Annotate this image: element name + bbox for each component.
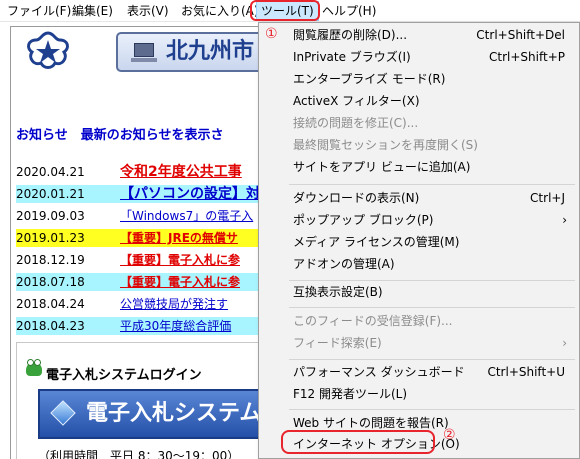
e-bidding-login-button[interactable]: 電子入札システム xyxy=(38,389,266,439)
login-title: 電子入札システムログイン xyxy=(46,368,202,383)
city-emblem-icon xyxy=(27,31,69,69)
menu-help[interactable]: ヘルプ(H) xyxy=(322,3,376,19)
service-hours: （利用時間 平日 8：30～19：00） xyxy=(38,449,240,459)
site-title-text: 北九州市 xyxy=(166,38,255,63)
news-date: 2018.12.19 xyxy=(16,253,85,267)
news-link[interactable]: 公営競技局が発注す xyxy=(120,297,228,311)
news-date: 2018.04.24 xyxy=(16,297,85,311)
annotation-marker-2: ② xyxy=(443,427,456,443)
menu-item-add-site-apps[interactable]: サイトをアプリ ビューに追加(A) xyxy=(259,156,579,178)
news-link[interactable]: 「Windows7」の電子入 xyxy=(120,209,253,223)
news-date: 2019.09.03 xyxy=(16,209,85,223)
news-link[interactable]: 【重要】電子入札に参 xyxy=(120,275,240,289)
menu-view[interactable]: 表示(V) xyxy=(127,3,169,19)
menu-separator xyxy=(289,409,575,410)
news-date: 2020.01.21 xyxy=(16,187,85,201)
diamond-icon xyxy=(50,400,76,426)
menu-item-activex-filter[interactable]: ActiveX フィルター(X) xyxy=(259,90,579,112)
chevron-right-icon: › xyxy=(562,213,567,227)
menu-favorites[interactable]: お気に入り(A) xyxy=(181,3,259,19)
menu-separator xyxy=(289,359,575,360)
news-item: 2019.01.23 【重要】JREの無償サ xyxy=(16,229,266,247)
menu-item-manage-addons[interactable]: アドオンの管理(A) xyxy=(259,253,579,275)
menu-item-reopen-session: 最終閲覧セッションを再度開く(S) xyxy=(293,138,478,152)
news-item: 2018.04.24 公営競技局が発注す xyxy=(16,295,266,313)
menu-separator xyxy=(289,184,575,185)
menu-item-inprivate[interactable]: InPrivate ブラウズ(I) Ctrl+Shift+P xyxy=(259,46,579,68)
internet-options-highlight-ring xyxy=(281,430,435,454)
menu-file[interactable]: ファイル(F) xyxy=(7,3,71,19)
news-date: 2020.04.21 xyxy=(16,165,85,179)
computer-icon xyxy=(131,43,157,62)
news-link[interactable]: 令和2年度公共工事 xyxy=(120,164,242,180)
login-button-label: 電子入札システム xyxy=(86,401,262,426)
menu-item-compat-view[interactable]: 互換表示設定(B) xyxy=(259,281,579,303)
menu-item-performance-dashboard[interactable]: パフォーマンス ダッシュボード Ctrl+Shift+U xyxy=(259,361,579,383)
news-item: 2018.12.19 【重要】電子入札に参 xyxy=(16,251,266,269)
menu-bar: ファイル(F) 編集(E) 表示(V) お気に入り(A) ツール(T) ヘルプ(… xyxy=(0,0,580,22)
news-item: 2020.04.21 令和2年度公共工事 xyxy=(16,163,266,181)
menu-item-subscribe-feed: このフィードの受信登録(F)... xyxy=(293,314,453,328)
menu-item-media-license[interactable]: メディア ライセンスの管理(M) xyxy=(259,231,579,253)
menu-item-enterprise-mode[interactable]: エンタープライズ モード(R) xyxy=(259,68,579,90)
news-link[interactable]: 【パソコンの設定】対 xyxy=(120,186,260,202)
menu-item-popup-blocker[interactable]: ポップアップ ブロック(P) › xyxy=(259,209,579,231)
menu-item-delete-history[interactable]: 閲覧履歴の削除(D)... Ctrl+Shift+Del xyxy=(259,24,579,46)
news-item: 2018.04.23 平成30年度総合評価 xyxy=(16,317,266,335)
chevron-right-icon: › xyxy=(562,336,567,350)
menu-item-fix-connection: 接続の問題を修正(C)... xyxy=(293,116,419,130)
tools-highlight-ring xyxy=(250,0,320,21)
menu-separator xyxy=(289,307,575,308)
news-date: 2018.07.18 xyxy=(16,275,85,289)
news-link[interactable]: 【重要】JREの無償サ xyxy=(120,231,238,245)
news-date: 2018.04.23 xyxy=(16,319,85,333)
news-item: 2018.07.18 【重要】電子入札に参 xyxy=(16,273,266,291)
frog-icon xyxy=(26,359,42,376)
news-item: 2019.09.03 「Windows7」の電子入 xyxy=(16,207,266,225)
notice-heading: お知らせ 最新のお知らせを表示さ xyxy=(16,128,224,143)
menu-item-view-downloads[interactable]: ダウンロードの表示(N) Ctrl+J xyxy=(259,187,579,209)
news-item: 2020.01.21 【パソコンの設定】対 xyxy=(16,185,266,203)
menu-item-feed-discovery: フィード探索(E) › xyxy=(259,332,579,354)
news-link[interactable]: 【重要】電子入札に参 xyxy=(120,253,240,267)
news-link[interactable]: 平成30年度総合評価 xyxy=(120,319,231,333)
menu-item-f12-devtools[interactable]: F12 開発者ツール(L) xyxy=(259,383,579,405)
news-date: 2019.01.23 xyxy=(16,231,85,245)
tools-menu: ① 閲覧履歴の削除(D)... Ctrl+Shift+Del InPrivate … xyxy=(258,22,580,459)
menu-edit[interactable]: 編集(E) xyxy=(72,3,113,19)
site-title-banner[interactable]: 北九州市 xyxy=(116,32,266,72)
